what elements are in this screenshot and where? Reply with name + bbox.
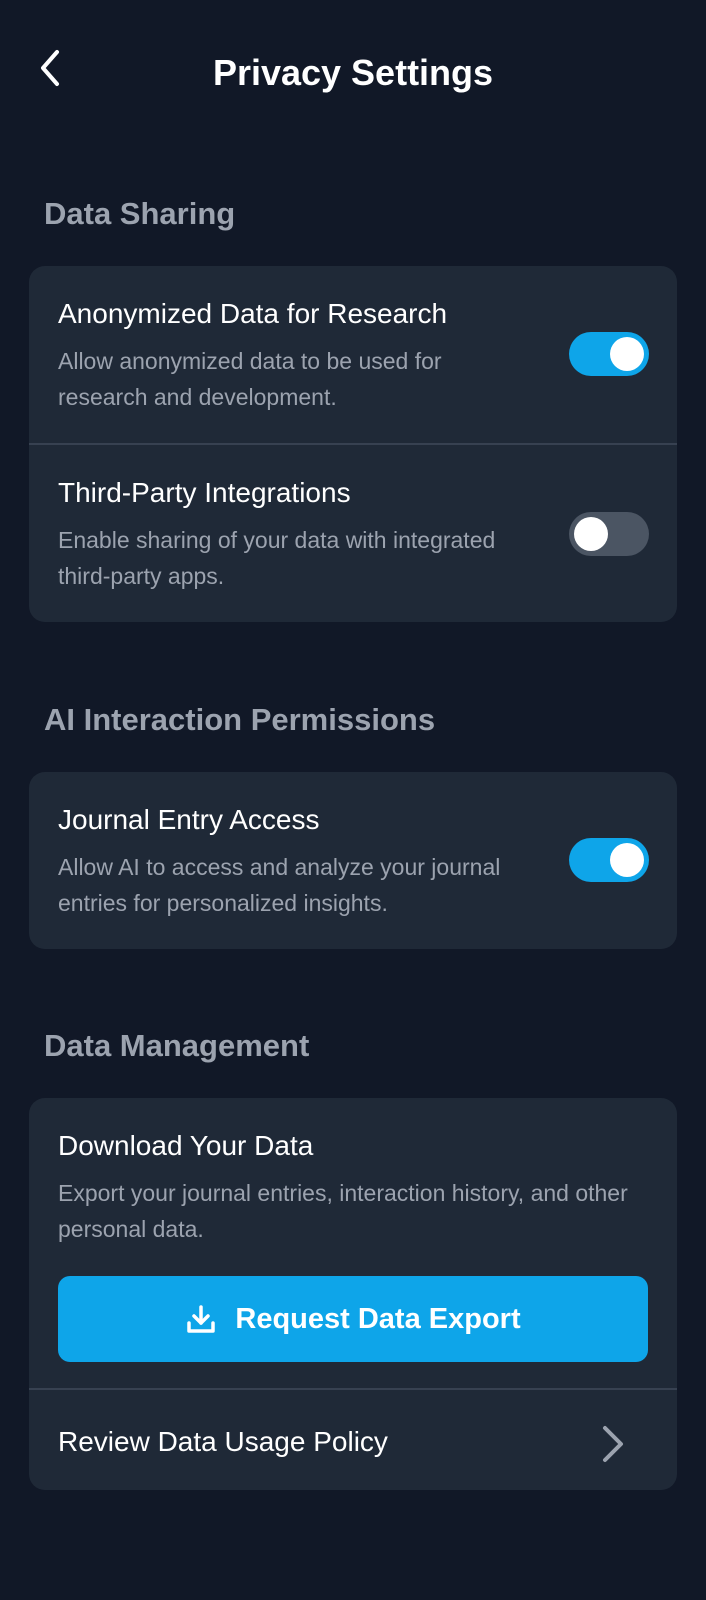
toggle-knob bbox=[610, 843, 644, 877]
chevron-right-icon bbox=[603, 1426, 623, 1462]
review-data-usage-policy-label: Review Data Usage Policy bbox=[58, 1426, 388, 1457]
download-data-description: Export your journal entries, interaction… bbox=[58, 1180, 628, 1242]
toggle-knob bbox=[574, 517, 608, 551]
setting-title: Journal Entry Access bbox=[58, 804, 320, 835]
setting-row-anonymized-data: Anonymized Data for Research Allow anony… bbox=[29, 266, 677, 443]
section-title-ai-permissions: AI Interaction Permissions bbox=[44, 702, 436, 737]
request-data-export-button[interactable]: Request Data Export bbox=[58, 1276, 648, 1362]
section-title-data-sharing: Data Sharing bbox=[44, 196, 236, 231]
toggle-knob bbox=[610, 337, 644, 371]
data-management-card: Download Your Data Export your journal e… bbox=[29, 1098, 677, 1490]
setting-description: Allow anonymized data to be used for res… bbox=[58, 348, 442, 410]
section-title-data-management: Data Management bbox=[44, 1028, 310, 1063]
divider bbox=[29, 1388, 677, 1390]
data-sharing-card: Anonymized Data for Research Allow anony… bbox=[29, 266, 677, 622]
setting-description: Allow AI to access and analyze your jour… bbox=[58, 854, 501, 916]
setting-row-journal-access: Journal Entry Access Allow AI to access … bbox=[29, 772, 677, 949]
third-party-toggle[interactable] bbox=[569, 512, 649, 556]
download-data-title: Download Your Data bbox=[58, 1130, 314, 1161]
setting-title: Anonymized Data for Research bbox=[58, 298, 448, 329]
review-data-usage-policy-link[interactable]: Review Data Usage Policy bbox=[29, 1394, 677, 1490]
journal-access-toggle[interactable] bbox=[569, 838, 649, 882]
setting-title: Third-Party Integrations bbox=[58, 477, 351, 508]
download-icon bbox=[187, 1305, 216, 1333]
setting-row-third-party: Third-Party Integrations Enable sharing … bbox=[29, 445, 677, 622]
setting-description: Enable sharing of your data with integra… bbox=[58, 527, 496, 589]
ai-permissions-card: Journal Entry Access Allow AI to access … bbox=[29, 772, 677, 949]
page-title: Privacy Settings bbox=[212, 52, 494, 93]
request-data-export-label: Request Data Export bbox=[235, 1302, 521, 1335]
anonymized-data-toggle[interactable] bbox=[569, 332, 649, 376]
header-bar: Privacy Settings bbox=[0, 0, 706, 150]
